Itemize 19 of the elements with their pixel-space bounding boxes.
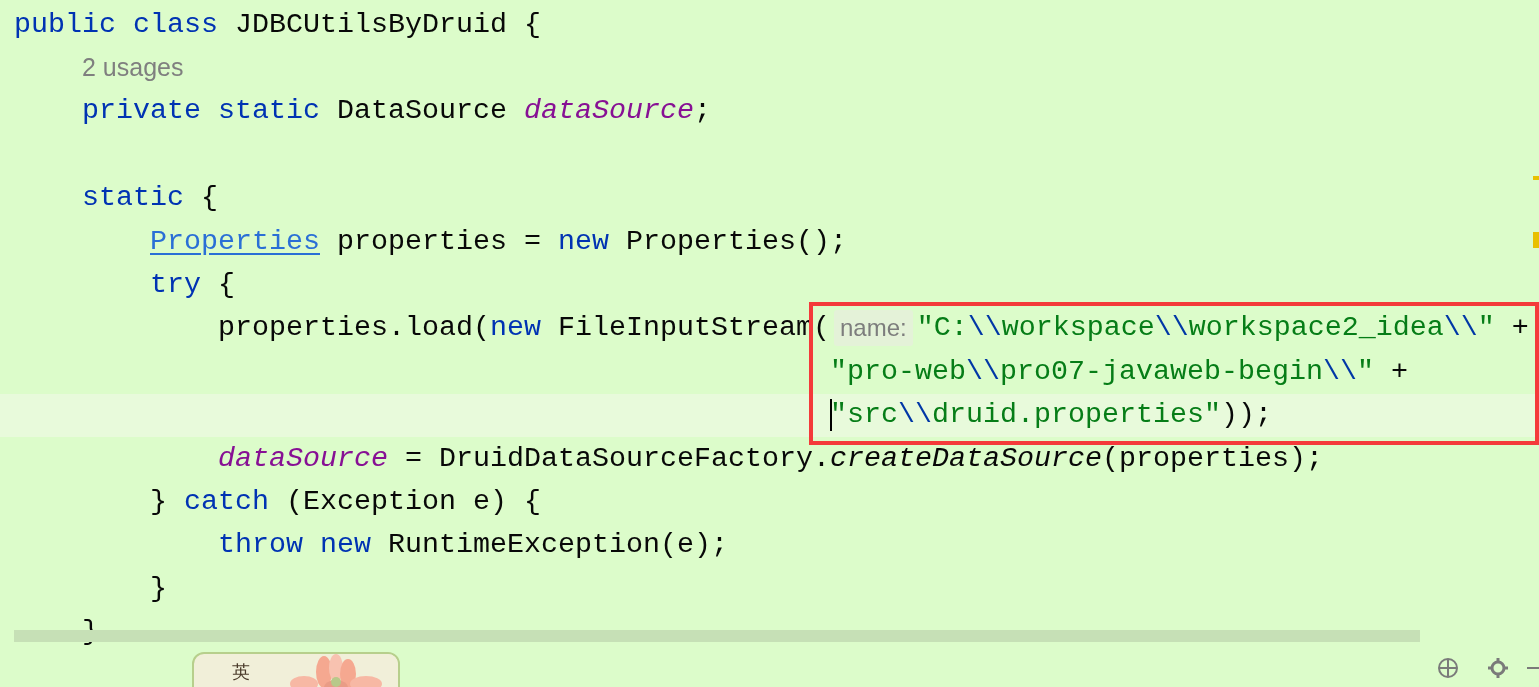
code-line: throw new RuntimeException(e); [217,527,728,564]
code-line: } catch (Exception e) { [149,484,541,520]
code-line: static { [81,180,218,217]
code-line: Properties properties = new Properties(); [149,223,847,260]
ime-toolbar[interactable]: 英 [192,652,400,687]
error-stripe-mark[interactable] [1533,232,1539,248]
code-line: try { [149,267,235,304]
gear-icon[interactable] [1487,657,1509,679]
input-mode-label[interactable]: 英 [232,662,250,682]
error-stripe-mark[interactable] [1533,176,1539,180]
code-line: } [149,570,167,607]
code-line: public class JDBCUtilsByDruid { [14,6,541,43]
code-line: private static DataSource dataSource; [81,93,711,130]
globe-icon[interactable] [1437,657,1459,679]
usages-hint[interactable]: 2 usages [82,49,184,87]
code-line: "pro-web\\pro07-javaweb-begin\\" + [828,353,1408,390]
code-line: dataSource = DruidDataSourceFactory.createDataSource(properties); [217,440,1323,477]
minimize-icon[interactable] [1527,667,1539,669]
code-line: "src\\druid.properties")); [828,397,1272,434]
